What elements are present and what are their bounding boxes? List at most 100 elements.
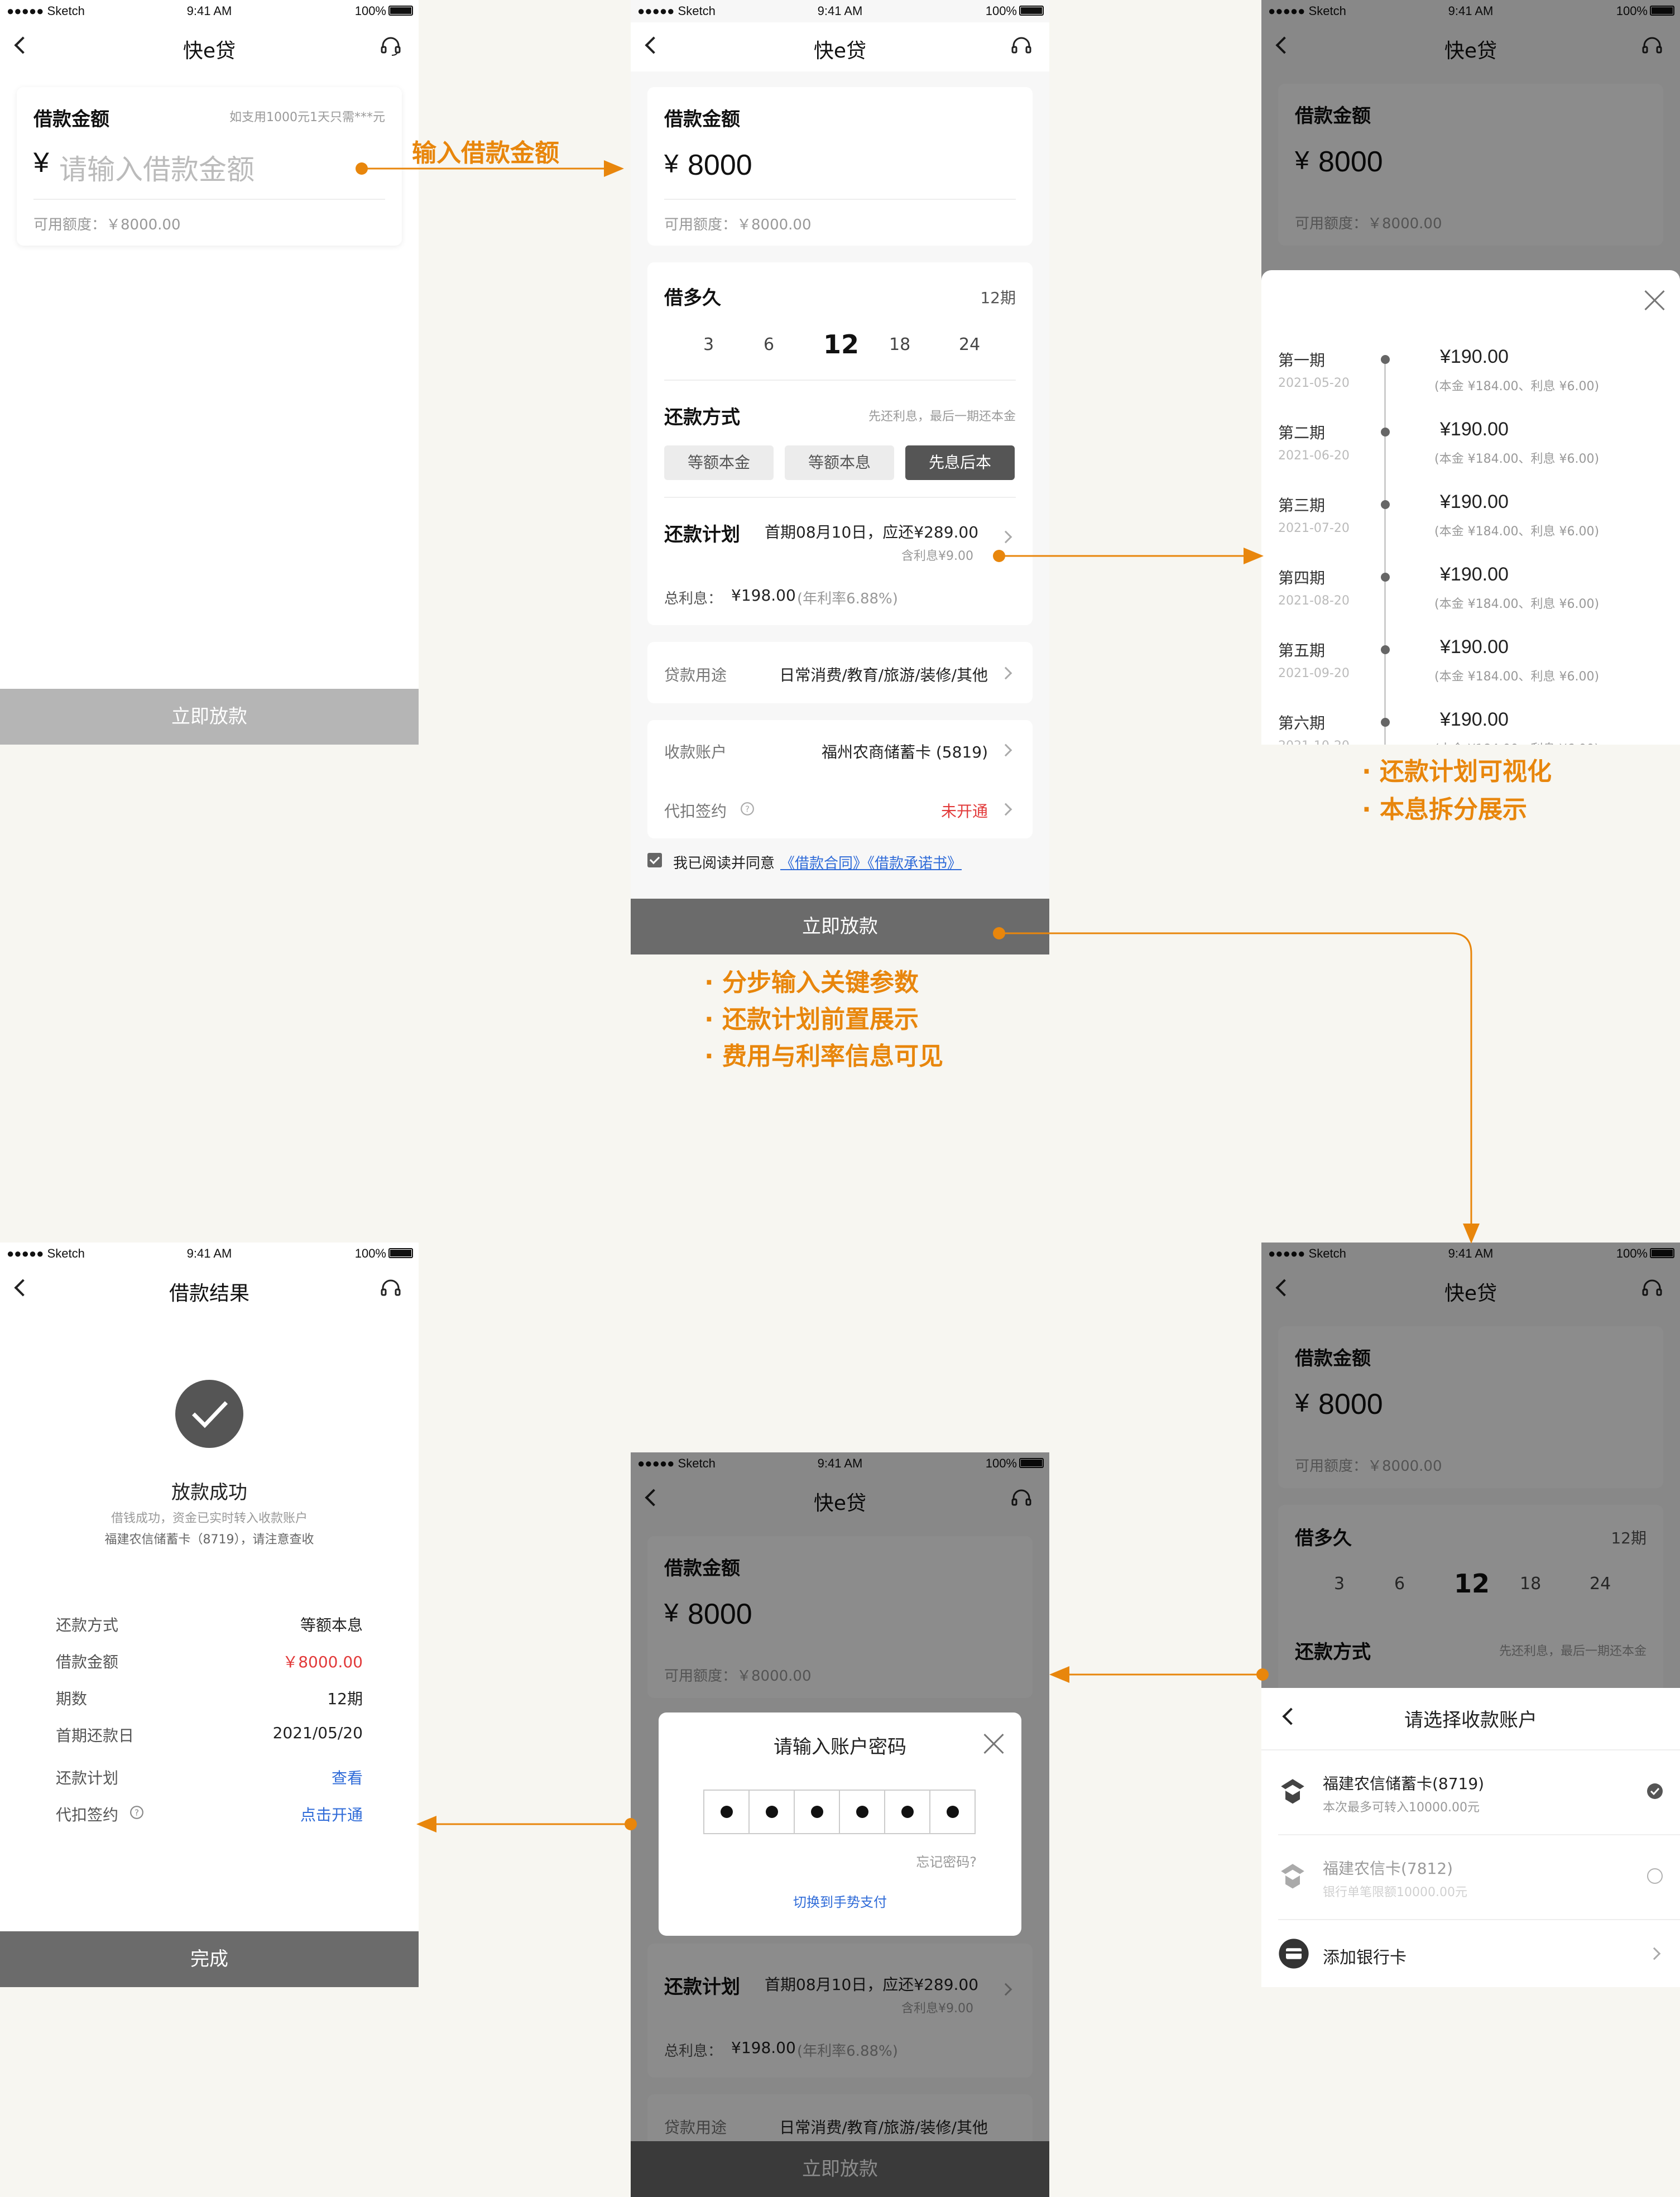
schedule-sheet: 第一期 2021-05-20 ¥190.00 (本金 ¥184.00、利息 ¥6.00… [1261,270,1680,745]
battery-icon [388,1248,413,1258]
period-date: 2021-09-20 [1278,666,1350,680]
pwd-digit [704,1791,750,1833]
bank-sub: 银行单笔限额10000.00元 [1323,1886,1467,1899]
bank-sub: 本次最多可转入10000.00元 [1323,1801,1480,1815]
term-option[interactable]: 3 [703,335,714,354]
done-button[interactable]: 完成 [0,1931,419,1987]
total-interest: ¥198.00 [731,586,796,605]
result-row-key: 还款方式 [56,1616,119,1634]
pwd-digit [795,1791,840,1833]
term-option[interactable]: 18 [889,335,910,354]
battery-text: 100% [354,1246,386,1260]
result-row-value: 等额本息 [300,1616,363,1634]
status-bar: ●●●●● Sketch 9:41 AM 100% [0,0,419,22]
chevron-right-icon [999,666,1012,680]
schedule-row: 第四期 2021-08-20 ¥190.00 (本金 ¥184.00、利息 ¥6.00… [1261,564,1680,639]
help-icon[interactable]: ? [740,802,755,816]
status-bar: ●●●●● Sketch 9:41 AM 100% [631,0,1049,22]
switch-gesture-link[interactable]: 切换到手势支付 [659,1891,1021,1911]
period-label: 第六期 [1278,714,1326,732]
term-card: 借多久 12期 3 6 12 18 24 还款方式 先还利息，最后一期还本金 等… [647,262,1033,625]
close-icon[interactable] [982,1733,1005,1755]
bank-option[interactable]: 福建农信卡(7812) 银行单笔限额10000.00元 [1261,1835,1680,1919]
headset-icon[interactable] [380,1277,402,1299]
schedule-row: 第一期 2021-05-20 ¥190.00 (本金 ¥184.00、利息 ¥6.00… [1261,346,1680,421]
timeline-dot [1381,645,1390,654]
term-option[interactable]: 24 [959,335,980,354]
agree-checkbox[interactable] [647,853,662,867]
rate: (年利率6.88%) [797,591,898,607]
bank-option-selected[interactable]: 福建农信储蓄卡(8719) 本次最多可转入10000.00元 [1261,1750,1680,1834]
password-dialog: 请输入账户密码 忘记密码? 切换到手势支付 [659,1712,1021,1936]
account-value[interactable]: 福州农商储蓄卡 (5819) [822,740,988,762]
term-option-selected[interactable]: 12 [823,329,859,359]
period-amount: ¥190.00 [1440,636,1509,658]
headset-icon[interactable] [380,35,402,57]
period-date: 2021-06-20 [1278,449,1350,463]
battery-text: 100% [354,4,386,18]
success-title: 放款成功 [171,1481,247,1504]
bank-logo-icon [1281,1864,1304,1889]
check-circle-icon [1647,1783,1663,1799]
currency-symbol: ¥ [664,149,679,178]
result-plan-label: 还款计划 [56,1769,119,1787]
svg-text:?: ? [745,804,750,814]
repay-method-option[interactable]: 等额本金 [664,445,774,480]
forgot-password-link[interactable]: 忘记密码? [916,1851,977,1870]
term-option[interactable]: 6 [764,335,774,354]
plan-first[interactable]: 首期08月10日，应还¥289.00 [765,520,978,543]
result-row-value: 12期 [327,1690,363,1708]
agreement-links[interactable]: 《借款合同》《借款承诺书》 [780,852,962,872]
screen-result: ●●●●● Sketch 9:41 AM 100% 借款结果 放款成功 借钱成功，资… [0,1243,419,1987]
annotation-main: · 费用与利率信息可见 [704,1042,944,1071]
amount-input[interactable]: 8000 [688,148,752,182]
period-date: 2021-07-20 [1278,521,1350,535]
success-subtitle: 借钱成功，资金已实时转入收款账户 [111,1512,308,1526]
period-amount: ¥190.00 [1440,564,1509,585]
divider [33,199,385,200]
amount-card: 借款金额 ¥ 8000 可用额度：￥8000.00 [647,87,1033,246]
screen-schedule: ●●●●● Sketch 9:41 AM 100% 快e贷 借款金额 ¥ 8000 … [1261,0,1680,745]
screen-password-bg: ●●●●● Sketch 9:41 AM 100% 快e贷 借款金额 ¥ 8000 … [631,1452,1049,2197]
sign-value[interactable]: 未开通 [941,799,988,822]
enable-sign-link[interactable]: 点击开通 [300,1803,363,1825]
battery-text: 100% [985,4,1017,18]
period-detail: (本金 ¥184.00、利息 ¥6.00) [1434,525,1600,539]
chevron-right-icon [999,803,1012,816]
plan-label[interactable]: 还款计划 [664,519,740,546]
headset-icon[interactable] [1010,35,1033,57]
period-date: 2021-08-20 [1278,594,1350,608]
help-icon[interactable]: ? [129,1805,144,1820]
add-card-row[interactable]: 添加银行卡 [1261,1920,1680,1987]
screen-input-bg: ●●●●● Sketch 9:41 AM 100% 快e贷 借款金额 如支用1000… [0,0,419,745]
schedule-row: 第二期 2021-06-20 ¥190.00 (本金 ¥184.00、利息 ¥6.00… [1261,419,1680,493]
pwd-digit [840,1791,885,1833]
term-label: 借多久 [664,287,721,309]
schedule-row: 第三期 2021-07-20 ¥190.00 (本金 ¥184.00、利息 ¥6.00… [1261,491,1680,566]
account-label: 收款账户 [664,743,727,761]
timeline-dot [1381,355,1390,364]
amount-input[interactable]: 请输入借款金额 [59,147,255,188]
purpose-value: 日常消费/教育/旅游/装修/其他 [779,666,988,684]
dialog-title: 请输入账户密码 [774,1736,906,1758]
currency-symbol: ¥ [33,147,49,178]
password-input[interactable] [703,1790,976,1834]
screen-select-bg: ●●●●● Sketch 9:41 AM 100% 快e贷 借款金额 ¥ 8000 … [1261,1243,1680,1987]
screen-password: ●●●●● Sketch 9:41 AM 100% 快e贷 借款金额 ¥ 8000 … [631,1452,1049,2197]
period-amount: ¥190.00 [1440,709,1509,730]
repay-method-option-selected[interactable]: 先息后本 [905,445,1015,480]
chevron-right-icon [1648,1947,1661,1960]
schedule-row: 第五期 2021-09-20 ¥190.00 (本金 ¥184.00、利息 ¥6.00… [1261,636,1680,711]
submit-button[interactable]: 立即放款 [631,899,1049,954]
svg-text:?: ? [135,1807,139,1817]
timeline-dot [1381,500,1390,509]
available-limit: 可用额度：￥8000.00 [33,217,181,233]
page-title: 快e贷 [183,40,236,63]
purpose-row[interactable]: 贷款用途 日常消费/教育/旅游/装修/其他 [647,642,1033,703]
submit-button[interactable]: 立即放款 [0,689,419,745]
card-icon [1279,1939,1309,1969]
view-plan-link[interactable]: 查看 [332,1766,363,1788]
close-icon[interactable] [1643,289,1665,311]
repay-method-option[interactable]: 等额本息 [785,445,894,480]
success-check-icon [175,1380,243,1448]
